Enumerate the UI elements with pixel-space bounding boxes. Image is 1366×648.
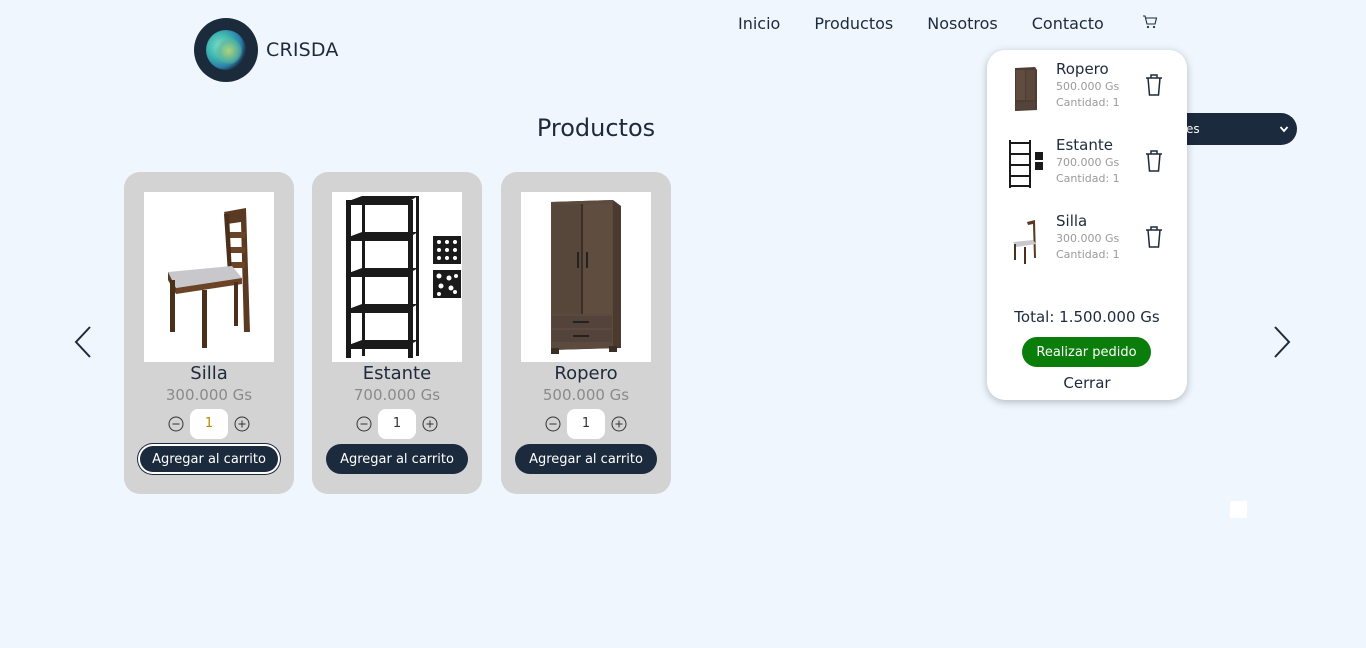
close-cart-button[interactable]: Cerrar [987, 374, 1187, 392]
product-name: Ropero [554, 363, 618, 384]
filter-select[interactable]: es [1170, 113, 1297, 145]
cart-item: Ropero 500.000 Gs Cantidad: 1 [987, 50, 1187, 120]
trash-icon[interactable] [1144, 225, 1164, 249]
trash-icon[interactable] [1144, 73, 1164, 97]
chevron-right-icon[interactable] [1272, 325, 1292, 359]
product-card-estante: Estante 700.000 Gs 1 Agregar al carrito [312, 172, 482, 494]
cart-item: Estante 700.000 Gs Cantidad: 1 [987, 126, 1187, 196]
trash-icon[interactable] [1144, 149, 1164, 173]
brand-name: CRISDA [266, 39, 339, 61]
cart-total: Total: 1.500.000 Gs [1014, 308, 1160, 326]
product-price: 500.000 Gs [542, 386, 630, 404]
decorative-square [1230, 501, 1247, 518]
add-to-cart-button[interactable]: Agregar al carrito [326, 444, 468, 474]
cart-item: Silla 300.000 Gs Cantidad: 1 [987, 202, 1187, 272]
nav-productos[interactable]: Productos [814, 14, 893, 33]
wardrobe-image [521, 192, 651, 362]
cart-item-name: Estante [1056, 136, 1113, 154]
cart-item-name: Ropero [1056, 60, 1109, 78]
brand-logo[interactable]: CRISDA [194, 18, 339, 82]
plus-circle-icon[interactable] [611, 416, 627, 432]
nav-contacto[interactable]: Contacto [1032, 14, 1104, 33]
product-price: 700.000 Gs [353, 386, 441, 404]
cart-item-price: 500.000 Gs [1056, 80, 1120, 93]
add-to-cart-button[interactable]: Agregar al carrito [138, 444, 280, 474]
wardrobe-thumbnail [1015, 67, 1037, 111]
chair-image [144, 192, 274, 362]
product-price: 300.000 Gs [165, 386, 253, 404]
quantity-stepper: 1 [312, 409, 482, 439]
plus-circle-icon[interactable] [422, 416, 438, 432]
product-card-ropero: Ropero 500.000 Gs 1 Agregar al carrito [501, 172, 671, 494]
shelf-thumbnail [1009, 140, 1043, 188]
crisda-logo-icon [194, 18, 258, 82]
minus-circle-icon[interactable] [545, 416, 561, 432]
quantity-input[interactable]: 1 [378, 409, 416, 439]
filter-select-value: es [1186, 122, 1200, 136]
chevron-left-icon[interactable] [73, 325, 93, 359]
quantity-input[interactable]: 1 [567, 409, 605, 439]
cart-item-quantity: Cantidad: 1 [1056, 248, 1120, 261]
shopping-cart-icon[interactable] [1142, 14, 1158, 30]
cart-item-price: 300.000 Gs [1056, 232, 1120, 245]
quantity-stepper: 1 [501, 409, 671, 439]
cart-item-name: Silla [1056, 212, 1088, 230]
product-card-silla: Silla 300.000 Gs 1 Agregar al carrito [124, 172, 294, 494]
nav-inicio[interactable]: Inicio [738, 14, 780, 33]
quantity-input[interactable]: 1 [190, 409, 228, 439]
quantity-stepper: 1 [124, 409, 294, 439]
main-nav: Inicio Productos Nosotros Contacto [738, 14, 1138, 33]
cart-panel: Ropero 500.000 Gs Cantidad: 1 Estante 70… [987, 50, 1187, 400]
nav-nosotros[interactable]: Nosotros [927, 14, 998, 33]
add-to-cart-button[interactable]: Agregar al carrito [515, 444, 657, 474]
product-name: Silla [190, 363, 228, 384]
cart-item-quantity: Cantidad: 1 [1056, 96, 1120, 109]
chair-thumbnail [1013, 220, 1036, 264]
minus-circle-icon[interactable] [168, 416, 184, 432]
plus-circle-icon[interactable] [234, 416, 250, 432]
product-name: Estante [362, 363, 432, 384]
shelf-image [332, 192, 462, 362]
place-order-button[interactable]: Realizar pedido [1022, 337, 1151, 367]
minus-circle-icon[interactable] [356, 416, 372, 432]
cart-item-price: 700.000 Gs [1056, 156, 1120, 169]
cart-item-quantity: Cantidad: 1 [1056, 172, 1120, 185]
chevron-down-icon [1279, 126, 1289, 133]
